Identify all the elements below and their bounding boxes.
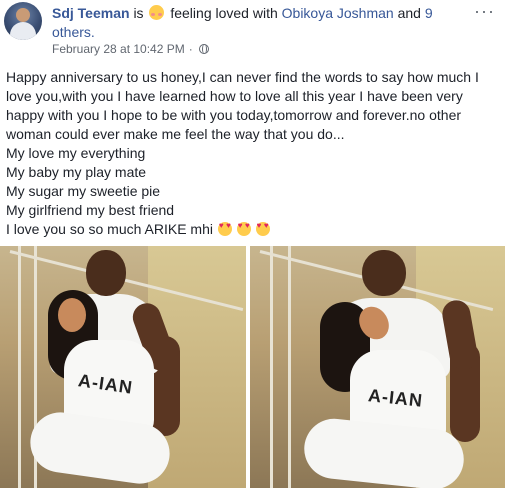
tagged-person-link[interactable]: Obikoya Joshman <box>282 5 394 21</box>
is-text: is <box>133 5 144 21</box>
couple-photo-left[interactable]: A-IAN <box>0 246 246 488</box>
post-last-line: I love you so so much ARIKE mhi <box>6 220 496 239</box>
heart-eyes-emoji-icon <box>236 221 251 236</box>
post-paragraph: Happy anniversary to us honey,I can neve… <box>6 69 479 142</box>
post-line: My girlfriend my best friend <box>6 202 175 218</box>
post-last-line-text: I love you so so much ARIKE mhi <box>6 221 213 237</box>
meta-separator: · <box>188 42 193 56</box>
couple-photo-right[interactable]: A-IAN <box>250 246 505 488</box>
heart-eyes-emoji-icon <box>255 221 270 236</box>
post-line: My baby my play mate <box>6 164 147 180</box>
author-avatar[interactable] <box>4 2 42 40</box>
post-photos: A-IAN A-IAN <box>0 246 505 488</box>
post-header-text: Sdj Teeman is feeling loved with Obikoya… <box>52 4 472 42</box>
and-text: and <box>397 5 421 21</box>
post-timestamp-link[interactable]: February 28 at 10:42 PM <box>52 42 185 56</box>
post-body: Happy anniversary to us honey,I can neve… <box>6 68 496 239</box>
feeling-text: feeling loved with <box>170 5 278 21</box>
post-header: Sdj Teeman is feeling loved with Obikoya… <box>0 0 505 60</box>
post-line: My love my everything <box>6 145 146 161</box>
heart-eyes-emoji-icon <box>217 221 232 236</box>
more-options-icon[interactable]: ··· <box>474 2 495 20</box>
feeling-loved-emoji-icon <box>149 5 165 20</box>
author-name-link[interactable]: Sdj Teeman <box>52 5 130 21</box>
post-line: My sugar my sweetie pie <box>6 183 161 199</box>
post-meta: February 28 at 10:42 PM · <box>52 42 209 56</box>
globe-icon[interactable] <box>198 43 209 54</box>
